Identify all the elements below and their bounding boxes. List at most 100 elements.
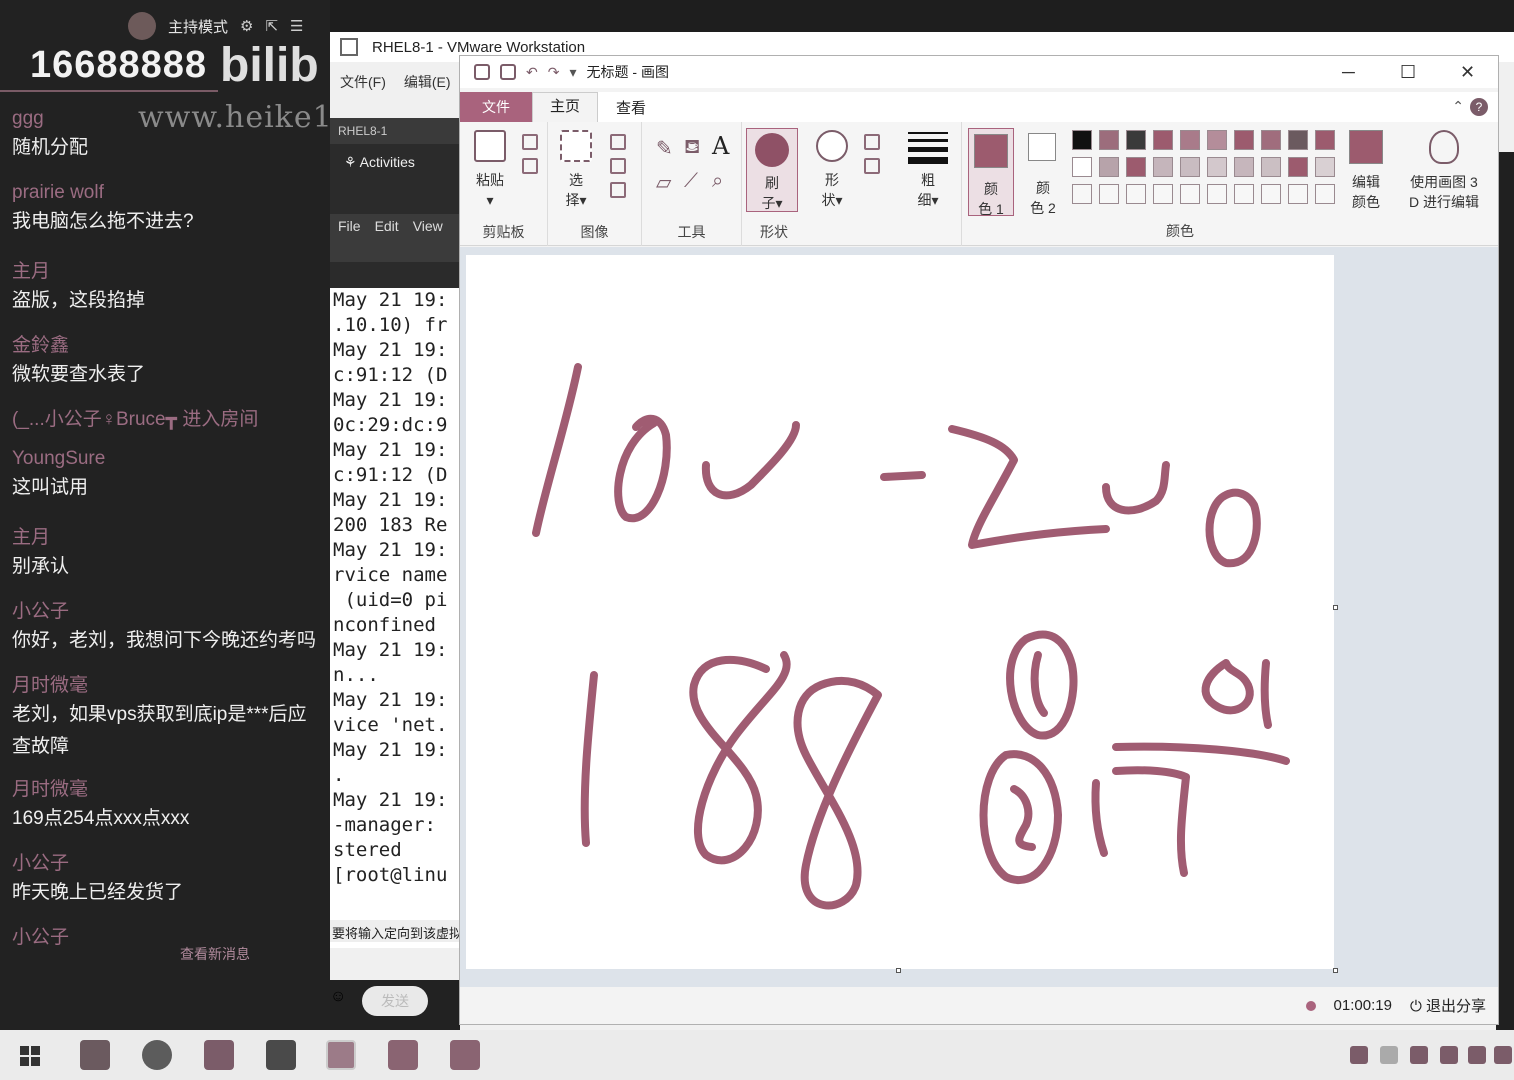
save-icon[interactable] [500,64,516,80]
copy-icon[interactable] [522,158,538,174]
emoji-icon[interactable]: ☺ [330,988,346,1006]
brush-button[interactable]: 刷子▾ [746,128,798,212]
tab-file[interactable]: 文件 [460,92,532,122]
tray-icon[interactable] [1380,1046,1398,1064]
qq-icon[interactable] [1440,1046,1458,1064]
resize-handle[interactable] [896,968,901,973]
palette-swatch[interactable] [1234,130,1254,150]
minimize-icon[interactable]: ─ [1342,62,1355,83]
palette-swatch[interactable] [1261,130,1281,150]
palette-swatch[interactable] [1207,157,1227,177]
activities-button[interactable]: ⚘ Activities [344,154,415,171]
app-icon[interactable] [388,1040,418,1070]
palette-swatch[interactable] [1153,130,1173,150]
drawing-canvas[interactable] [466,255,1338,973]
app-icon[interactable] [450,1040,480,1070]
palette-swatch-empty[interactable] [1315,184,1335,204]
cut-icon[interactable] [522,134,538,150]
palette-swatch[interactable] [1315,157,1335,177]
outline-icon[interactable] [864,134,880,150]
palette-swatch[interactable] [1315,130,1335,150]
palette-swatch-empty[interactable] [1153,184,1173,204]
color-picker-icon[interactable]: ⟋ [684,170,698,193]
magnifier-icon[interactable]: ⌕ [712,170,723,193]
palette-swatch[interactable] [1153,157,1173,177]
palette-swatch[interactable] [1072,130,1092,150]
menu-icon[interactable]: ☰ [290,17,303,35]
file-explorer-icon[interactable] [80,1040,110,1070]
vm-tab[interactable]: RHEL8-1 [330,118,460,144]
menu-file[interactable]: 文件(F) [340,72,386,92]
terminal-menu-view[interactable]: View [413,218,443,262]
close-icon[interactable]: ✕ [1460,62,1475,83]
qq-icon[interactable] [1468,1046,1486,1064]
palette-swatch[interactable] [1288,157,1308,177]
help-icon[interactable]: ? [1470,98,1488,116]
palette-swatch[interactable] [1126,130,1146,150]
color1-button[interactable]: 颜色 1 [968,128,1014,217]
text-icon[interactable]: A [712,132,729,160]
palette-swatch[interactable] [1180,130,1200,150]
palette-swatch[interactable] [1288,130,1308,150]
palette-swatch-empty[interactable] [1234,184,1254,204]
palette-swatch[interactable] [1072,157,1092,177]
collapse-ribbon-icon[interactable]: ⌃ [1452,98,1464,115]
view-new-messages-link[interactable]: 查看新消息 [180,944,250,964]
palette-swatch-empty[interactable] [1288,184,1308,204]
vmware-taskbar-icon[interactable] [204,1040,234,1070]
palette-swatch-empty[interactable] [1126,184,1146,204]
tab-view[interactable]: 查看 [598,97,664,118]
select-button[interactable]: 选择▾ [552,130,600,210]
fill-icon[interactable]: ⛾ [684,136,700,161]
avatar[interactable] [128,12,156,40]
shapes-button[interactable]: 形状▾ [808,130,856,210]
browser-icon[interactable] [142,1040,172,1070]
edit-colors-button[interactable]: 编辑 颜色 [1346,130,1386,212]
paint-taskbar-icon[interactable] [326,1040,356,1070]
paint3d-button[interactable]: 使用画图 3 D 进行编辑 [1402,130,1486,212]
palette-swatch[interactable] [1207,130,1227,150]
palette-swatch[interactable] [1180,157,1200,177]
rotate-icon[interactable] [610,182,626,198]
palette-swatch-empty[interactable] [1180,184,1200,204]
settings-icon[interactable]: ⚙ [240,17,253,35]
send-button[interactable]: 发送 [362,986,428,1016]
resize-handle[interactable] [1333,968,1338,973]
maximize-icon[interactable]: ☐ [1400,62,1416,83]
microphone-icon[interactable] [1350,1046,1368,1064]
palette-swatch-empty[interactable] [1072,184,1092,204]
resize-handle[interactable] [1333,605,1338,610]
quick-access-dropdown-icon[interactable]: ▾ [569,64,576,81]
terminal-menu-edit[interactable]: Edit [375,218,399,262]
palette-swatch[interactable] [1099,130,1119,150]
terminal-menu-file[interactable]: File [338,218,361,262]
terminal-output[interactable]: May 21 19: .10.10) fr May 21 19: c:91:12 (D… [330,288,460,948]
undo-icon[interactable]: ↶ [526,64,538,81]
fill-shape-icon[interactable] [864,158,880,174]
redo-icon[interactable]: ↷ [548,64,560,81]
paste-button[interactable]: 粘贴 ▾ [466,130,514,210]
palette-swatch[interactable] [1261,157,1281,177]
palette-swatch[interactable] [1099,157,1119,177]
palette-swatch-empty[interactable] [1099,184,1119,204]
exit-share-button[interactable]: ⏻ 退出分享 [1410,995,1486,1016]
size-icon[interactable] [908,132,948,164]
menu-edit[interactable]: 编辑(E) [404,72,451,92]
start-icon[interactable] [20,1046,40,1066]
color2-button[interactable]: 颜色 2 [1020,128,1066,216]
crop-icon[interactable] [610,134,626,150]
palette-swatch-empty[interactable] [1207,184,1227,204]
pencil-icon[interactable]: ✎ [656,136,673,161]
size-button[interactable]: 粗细▾ [906,170,950,210]
palette-swatch-empty[interactable] [1261,184,1281,204]
qq-icon[interactable] [1494,1046,1512,1064]
palette-swatch[interactable] [1126,157,1146,177]
tab-home[interactable]: 主页 [532,92,598,122]
eraser-icon[interactable]: ▱ [656,170,671,195]
tray-icon[interactable] [1410,1046,1428,1064]
resize-icon[interactable] [610,158,626,174]
host-mode-label[interactable]: 主持模式 [168,16,228,37]
share-icon[interactable]: ⇱ [265,17,278,35]
screen-capture-icon[interactable] [266,1040,296,1070]
palette-swatch[interactable] [1234,157,1254,177]
